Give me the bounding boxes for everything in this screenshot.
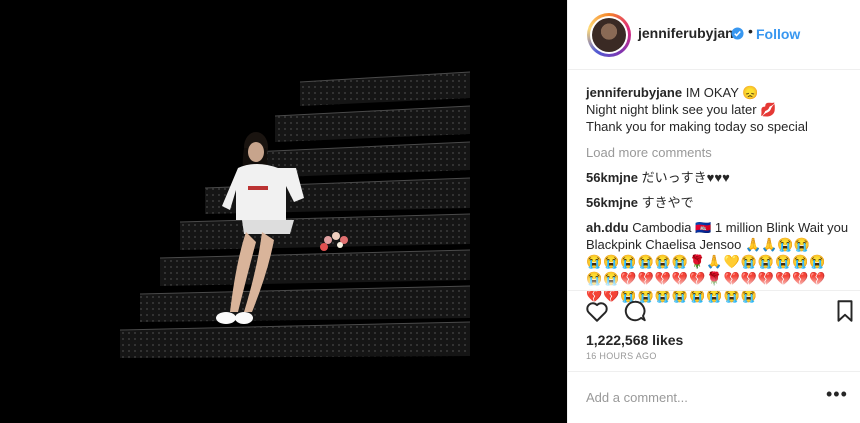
caption-username[interactable]: jenniferubyjane [586,85,682,100]
more-options-button[interactable]: ••• [826,384,848,405]
post-username[interactable]: jenniferubyjane [638,25,741,41]
comment-username[interactable]: 56kmjne [586,170,638,185]
post-photo[interactable] [0,0,567,423]
comment-username[interactable]: ah.ddu [586,220,629,235]
comment-icon[interactable] [622,298,648,324]
caption: jenniferubyjane IM OKAY 😞 Night night bl… [586,84,852,135]
comment-username[interactable]: 56kmjne [586,195,638,210]
add-comment-bar: ••• [568,371,860,423]
separator-dot: • [748,23,753,39]
photo-image [0,0,567,423]
action-bar [568,290,860,330]
comments-fade [568,276,860,290]
comment: 56kmjne すきやで [586,194,852,211]
caption-line-2: Night night blink see you later 💋 [586,102,777,117]
comment: 56kmjne だいっすき♥♥♥ [586,169,852,186]
heart-icon[interactable] [584,298,610,324]
bookmark-icon[interactable] [832,298,858,324]
comment-emoji-row: 😭😭😭😭😭😭🌹🙏💛😭😭😭😭😭 [586,254,827,269]
post-timestamp[interactable]: 16 HOURS AGO [586,351,657,361]
likes-count[interactable]: 1,222,568 likes [586,332,683,348]
add-comment-input[interactable] [586,386,816,408]
avatar[interactable] [587,13,631,57]
comment-text: だいっすき♥♥♥ [641,170,730,185]
verified-icon [731,27,744,40]
comments-section: jenniferubyjane IM OKAY 😞 Night night bl… [586,84,852,304]
comment-text: すきやで [641,195,694,210]
post-header: jenniferubyjane • Follow [568,0,860,70]
caption-line-3: Thank you for making today so special [586,119,808,134]
post-sidebar: jenniferubyjane • Follow jenniferubyjane… [567,0,860,423]
load-more-comments-button[interactable]: Load more comments [586,144,852,161]
follow-button[interactable]: Follow [756,26,800,42]
caption-line-1: IM OKAY 😞 [685,85,759,100]
